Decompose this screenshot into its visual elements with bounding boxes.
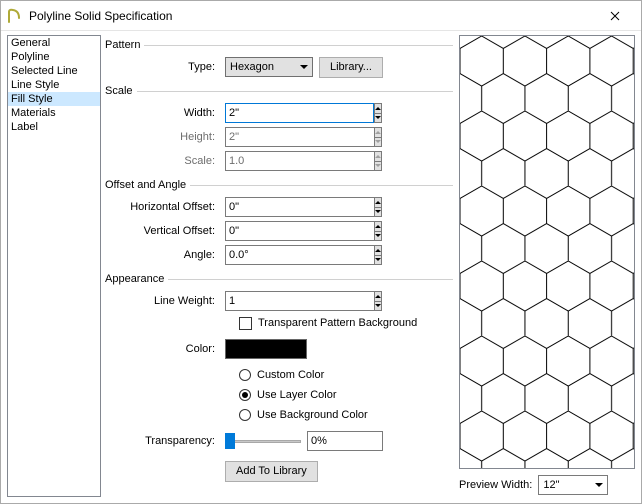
dialog-window: Polyline Solid Specification General Pol… xyxy=(0,0,642,504)
preview-width-value: 12" xyxy=(543,479,559,491)
library-button[interactable]: Library... xyxy=(319,57,383,78)
sidebar-item-selected-line[interactable]: Selected Line xyxy=(8,64,100,78)
dialog-body: General Polyline Selected Line Line Styl… xyxy=(1,31,641,503)
slider-thumb[interactable] xyxy=(225,433,235,449)
lineweight-label: Line Weight: xyxy=(129,295,225,307)
group-appearance: Appearance Line Weight: Transparent Patt xyxy=(105,273,453,497)
width-input[interactable] xyxy=(225,103,374,123)
radio-use-layer-color-label: Use Layer Color xyxy=(257,389,336,401)
radio-use-layer-color[interactable] xyxy=(239,389,251,401)
transparent-bg-label: Transparent Pattern Background xyxy=(258,317,417,329)
width-spin-up[interactable] xyxy=(375,104,381,114)
sidebar-item-label[interactable]: Label xyxy=(8,120,100,134)
scale-spinner xyxy=(225,151,307,171)
scale-label: Scale: xyxy=(129,155,225,167)
hoffset-label: Horizontal Offset: xyxy=(129,201,225,213)
color-swatch[interactable] xyxy=(225,339,307,359)
titlebar: Polyline Solid Specification xyxy=(1,1,641,31)
group-scale: Scale Width: Height: xyxy=(105,85,453,175)
voffset-input[interactable] xyxy=(225,221,374,241)
hoffset-spinner[interactable] xyxy=(225,197,307,217)
chevron-down-icon xyxy=(595,483,603,487)
group-pattern: Pattern Type: Hexagon Library... xyxy=(105,39,453,81)
width-spinner[interactable] xyxy=(225,103,307,123)
add-to-library-button[interactable]: Add To Library xyxy=(225,461,318,482)
radio-use-bg-color-label: Use Background Color xyxy=(257,409,368,421)
category-sidebar: General Polyline Selected Line Line Styl… xyxy=(7,35,101,497)
transparency-slider[interactable] xyxy=(225,433,301,449)
group-offset: Offset and Angle Horizontal Offset: Vert… xyxy=(105,179,453,269)
angle-input[interactable] xyxy=(225,245,374,265)
transparency-label: Transparency: xyxy=(129,435,225,447)
sidebar-item-materials[interactable]: Materials xyxy=(8,106,100,120)
sidebar-item-fill-style[interactable]: Fill Style xyxy=(8,92,100,106)
preview-width-label: Preview Width: xyxy=(459,479,532,491)
height-input xyxy=(225,127,374,147)
preview-width-combo[interactable]: 12" xyxy=(538,475,608,495)
voffset-label: Vertical Offset: xyxy=(129,225,225,237)
group-offset-label: Offset and Angle xyxy=(105,179,190,191)
hoffset-input[interactable] xyxy=(225,197,374,217)
height-spinner xyxy=(225,127,307,147)
preview-column: Preview Width: 12" xyxy=(459,35,635,497)
window-title: Polyline Solid Specification xyxy=(29,9,595,23)
angle-spinner[interactable] xyxy=(225,245,307,265)
sidebar-item-polyline[interactable]: Polyline xyxy=(8,50,100,64)
lineweight-input[interactable] xyxy=(225,291,374,311)
radio-use-bg-color[interactable] xyxy=(239,409,251,421)
type-label: Type: xyxy=(129,61,225,73)
close-icon xyxy=(610,11,620,21)
width-label: Width: xyxy=(129,107,225,119)
radio-custom-color[interactable] xyxy=(239,369,251,381)
group-appearance-label: Appearance xyxy=(105,273,168,285)
type-combo[interactable]: Hexagon xyxy=(225,57,313,77)
app-icon xyxy=(7,8,23,24)
main-panel: Pattern Type: Hexagon Library... S xyxy=(105,35,635,497)
color-label: Color: xyxy=(129,343,225,355)
radio-custom-color-label: Custom Color xyxy=(257,369,324,381)
pattern-preview xyxy=(459,35,635,469)
lineweight-spinner[interactable] xyxy=(225,291,307,311)
type-value: Hexagon xyxy=(230,61,274,73)
width-spin-down[interactable] xyxy=(375,114,381,123)
group-pattern-label: Pattern xyxy=(105,39,144,51)
angle-label: Angle: xyxy=(129,249,225,261)
sidebar-item-line-style[interactable]: Line Style xyxy=(8,78,100,92)
sidebar-item-general[interactable]: General xyxy=(8,36,100,50)
group-scale-label: Scale xyxy=(105,85,137,97)
close-button[interactable] xyxy=(595,2,635,30)
chevron-down-icon xyxy=(300,65,308,69)
height-label: Height: xyxy=(129,131,225,143)
transparent-bg-checkbox[interactable] xyxy=(239,317,252,330)
voffset-spinner[interactable] xyxy=(225,221,307,241)
form-column: Pattern Type: Hexagon Library... S xyxy=(105,35,453,497)
transparency-input[interactable] xyxy=(307,431,383,451)
scale-input xyxy=(225,151,374,171)
